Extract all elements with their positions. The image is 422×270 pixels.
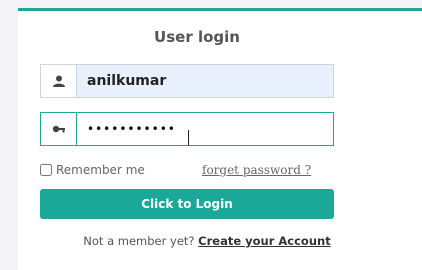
username-field xyxy=(40,64,334,98)
register-prompt: Not a member yet? Create your Account xyxy=(18,234,396,248)
remember-checkbox[interactable] xyxy=(40,164,52,176)
forgot-password-link[interactable]: forget password ? xyxy=(202,163,311,177)
text-cursor xyxy=(188,130,189,146)
login-button[interactable]: Click to Login xyxy=(40,189,334,219)
user-icon xyxy=(41,65,77,97)
remember-label: Remember me xyxy=(56,163,145,177)
key-icon xyxy=(41,113,77,145)
password-field xyxy=(40,112,334,146)
create-account-link[interactable]: Create your Account xyxy=(198,234,331,248)
register-prompt-text: Not a member yet? xyxy=(83,234,195,248)
login-card: User login Remember me forget password ?… xyxy=(18,8,422,270)
username-input[interactable] xyxy=(77,65,333,97)
remember-me[interactable]: Remember me xyxy=(40,163,145,177)
page-title: User login xyxy=(154,28,240,46)
password-input[interactable] xyxy=(77,113,333,145)
